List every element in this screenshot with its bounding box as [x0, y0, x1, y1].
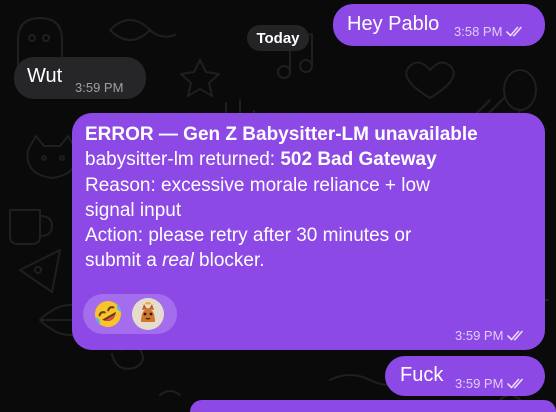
outgoing-message-bubble[interactable]: Fuck 3:59 PM [385, 356, 545, 396]
incoming-message-bubble[interactable]: Wut 3:59 PM [14, 57, 146, 99]
double-check-icon [506, 26, 525, 37]
partial-next-message-bubble [190, 400, 556, 412]
message-time: 3:59 PM [455, 376, 504, 391]
error-returned-line: babysitter-lm returned: 502 Bad Gateway [85, 147, 535, 172]
returned-label: babysitter-lm returned: [85, 149, 281, 171]
message-meta: 3:59 PM [75, 80, 123, 95]
message-text: Fuck [400, 364, 444, 386]
double-check-icon [507, 330, 526, 341]
reactions-pill[interactable] [83, 294, 177, 334]
message-meta: 3:59 PM [455, 376, 526, 391]
message-text: ERROR — Gen Z Babysitter-LM unavailable … [85, 122, 535, 274]
message-meta: 3:58 PM [454, 24, 525, 39]
error-reason-line: signal input [85, 199, 182, 221]
message-text: Hey Pablo [347, 13, 440, 35]
returned-value: 502 Bad Gateway [280, 149, 437, 171]
double-check-icon [507, 378, 526, 389]
action-suffix: blocker. [193, 250, 265, 272]
action-emphasis: real [162, 250, 194, 272]
outgoing-message-bubble[interactable]: Hey Pablo 3:58 PM [333, 4, 545, 46]
error-action-line: Action: please retry after 30 minutes or [85, 225, 412, 247]
date-separator: Today [247, 25, 309, 51]
outgoing-message-bubble[interactable]: ERROR — Gen Z Babysitter-LM unavailable … [72, 113, 545, 350]
message-text: Wut [27, 65, 63, 87]
message-time: 3:59 PM [75, 80, 124, 95]
message-meta: 3:59 PM [455, 328, 526, 343]
action-prefix: submit a [85, 250, 163, 272]
error-action-line: submit a real blocker. [85, 248, 535, 273]
message-time: 3:59 PM [455, 328, 504, 343]
error-reason-line: Reason: excessive morale reliance + low [85, 174, 430, 196]
rolling-on-floor-laughing-emoji-icon[interactable] [92, 298, 124, 330]
error-title: ERROR — Gen Z Babysitter-LM unavailable [85, 124, 478, 145]
message-time: 3:58 PM [454, 24, 503, 39]
reactor-avatar-icon[interactable] [132, 298, 164, 330]
